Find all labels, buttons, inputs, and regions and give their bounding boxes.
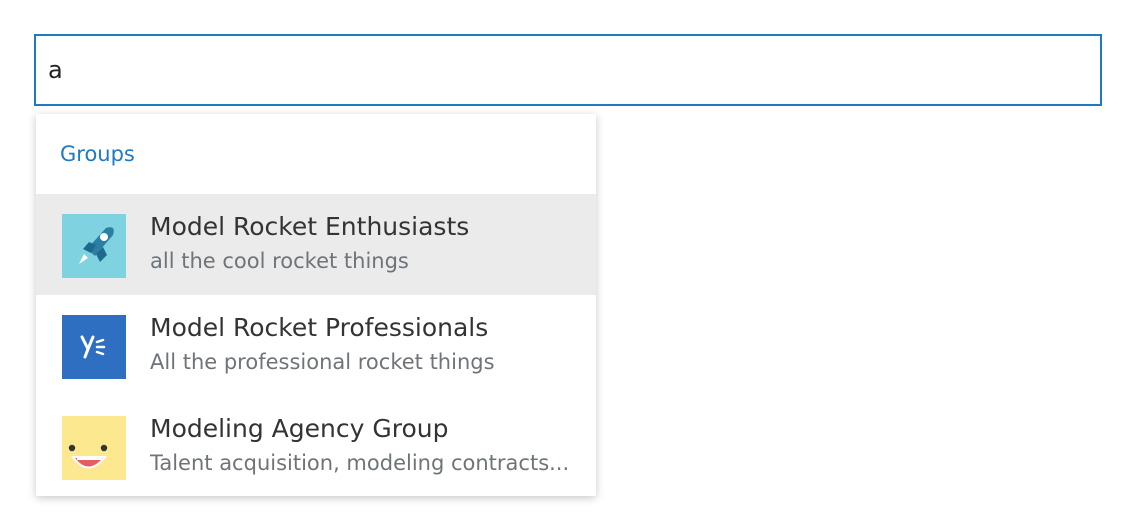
search-box[interactable] [34,34,1102,106]
smiley-face-icon [68,444,108,469]
group-name: Modeling Agency Group [150,414,449,443]
rocket-icon [79,227,114,264]
group-description: all the cool rocket things [150,249,409,273]
group-name: Model Rocket Enthusiasts [150,212,470,241]
section-header-groups: Groups [60,142,135,166]
group-item-model-rocket-enthusiasts[interactable]: Model Rocket Enthusiasts all the cool ro… [36,194,596,295]
group-description: Talent acquisition, modeling contracts..… [150,451,570,475]
group-list: Model Rocket Enthusiasts all the cool ro… [36,194,596,497]
yammer-logo-icon [80,335,106,359]
group-name: Model Rocket Professionals [150,313,489,342]
group-avatar [62,315,126,379]
suggestion-dropdown: Groups Model Rocket Enthusiasts all the … [36,114,596,496]
group-avatar [62,416,126,480]
group-avatar [62,214,126,278]
group-item-modeling-agency-group[interactable]: Modeling Agency Group Talent acquisition… [36,396,596,497]
group-item-model-rocket-professionals[interactable]: Model Rocket Professionals All the profe… [36,295,596,396]
group-description: All the professional rocket things [150,350,495,374]
search-input[interactable] [36,36,1100,104]
